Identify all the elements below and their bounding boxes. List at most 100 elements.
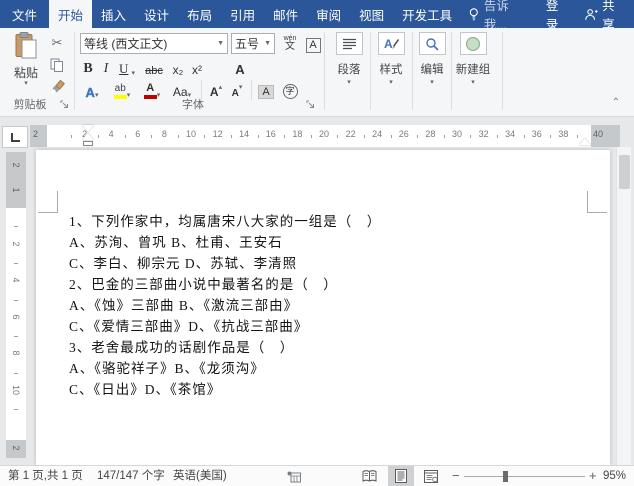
paragraph-group-button[interactable]: 段落 ▾ bbox=[326, 32, 372, 86]
font-name-combo[interactable]: 等线 (西文正文)▼ bbox=[80, 33, 228, 54]
zoom-out-button[interactable]: − bbox=[452, 466, 460, 486]
new-group-dropdown-arrow[interactable]: ▾ bbox=[447, 80, 499, 86]
ruler-number: 26 bbox=[397, 129, 411, 139]
ribbon-tab-bar: 文件 开始插入设计布局引用邮件审阅视图开发工具 告诉我... 登录 共享 bbox=[0, 0, 634, 28]
print-layout-button[interactable] bbox=[388, 466, 414, 486]
phonetic-guide-button[interactable]: wén 文 bbox=[279, 33, 301, 53]
tab-引用[interactable]: 引用 bbox=[221, 0, 264, 28]
document-page[interactable]: 1、下列作家中，均属唐宋八大家的一组是（ ）A、苏洵、曾巩 B、杜甫、王安石C、… bbox=[36, 150, 610, 465]
first-line-indent-marker[interactable] bbox=[82, 125, 94, 132]
superscript-button[interactable]: x² bbox=[188, 58, 206, 78]
ruler-number: 34 bbox=[503, 129, 517, 139]
collapse-ribbon-button[interactable]: ⌃ bbox=[608, 98, 624, 110]
clear-formatting-button[interactable]: A bbox=[226, 58, 254, 78]
zoom-in-button[interactable]: + bbox=[589, 466, 597, 486]
tab-审阅[interactable]: 审阅 bbox=[307, 0, 350, 28]
cut-button[interactable]: ✂ bbox=[46, 33, 68, 53]
paste-button[interactable]: 粘贴 ▾ bbox=[6, 32, 46, 96]
italic-button[interactable]: I bbox=[99, 58, 113, 78]
language-indicator[interactable]: 英语(美国) bbox=[173, 466, 227, 486]
zoom-level-indicator[interactable]: 95% bbox=[603, 466, 626, 486]
clipboard-dialog-launcher[interactable] bbox=[60, 99, 70, 109]
vertical-ruler[interactable]: 246810 2 1 2 bbox=[6, 152, 26, 458]
character-border-icon: A bbox=[306, 38, 321, 53]
doc-line[interactable]: A、苏洵、曾巩 B、杜甫、王安石 bbox=[69, 232, 589, 253]
character-border-button[interactable]: A bbox=[303, 34, 323, 54]
new-group-button[interactable]: 新建组 ▾ bbox=[447, 32, 499, 86]
styles-group-button[interactable]: A 样式 ▾ bbox=[368, 32, 414, 86]
tab-邮件[interactable]: 邮件 bbox=[264, 0, 307, 28]
tab-file[interactable]: 文件 bbox=[0, 0, 49, 28]
ruler-tick bbox=[337, 135, 338, 138]
ruler-number: 36 bbox=[530, 129, 544, 139]
tab-视图[interactable]: 视图 bbox=[350, 0, 393, 28]
tab-设计[interactable]: 设计 bbox=[135, 0, 178, 28]
bold-button[interactable]: B bbox=[80, 58, 96, 78]
ruler-tick bbox=[364, 135, 365, 138]
page-number-indicator[interactable]: 第 1 页,共 1 页 bbox=[8, 466, 83, 486]
tab-开始[interactable]: 开始 bbox=[49, 0, 92, 28]
subscript-button[interactable]: x₂ bbox=[169, 58, 187, 78]
doc-line[interactable]: A、《蚀》三部曲 B、《激流三部由》 bbox=[69, 295, 589, 316]
scrollbar-thumb[interactable] bbox=[619, 155, 630, 189]
doc-line[interactable]: C、李白、柳宗元 D、苏轼、李清照 bbox=[69, 253, 589, 274]
ruler-margin-number: 40 bbox=[593, 129, 603, 139]
copy-icon bbox=[50, 58, 64, 72]
tab-开发工具[interactable]: 开发工具 bbox=[393, 0, 461, 28]
text-boundary-mark bbox=[38, 212, 58, 213]
ruler-number: 4 bbox=[104, 129, 118, 139]
macro-record-icon bbox=[287, 471, 301, 483]
font-size-combo[interactable]: 五号▼ bbox=[231, 33, 275, 54]
tab-stop-selector[interactable] bbox=[2, 126, 28, 148]
paste-dropdown-arrow[interactable]: ▾ bbox=[6, 81, 46, 87]
underline-button[interactable]: U▾ bbox=[115, 58, 139, 78]
ruler-number: 6 bbox=[131, 129, 145, 139]
ruler-number: 24 bbox=[370, 129, 384, 139]
ruler-tick bbox=[14, 409, 18, 410]
scissors-icon: ✂ bbox=[52, 35, 63, 51]
ruler-tick bbox=[231, 135, 232, 138]
ribbon-tabs: 开始插入设计布局引用邮件审阅视图开发工具 bbox=[49, 0, 461, 28]
share-person-icon bbox=[584, 7, 598, 22]
word-count-indicator[interactable]: 147/147 个字 bbox=[97, 466, 165, 486]
ruler-tick bbox=[98, 135, 99, 138]
green-circle-icon bbox=[465, 36, 481, 52]
strikethrough-button[interactable]: abc bbox=[141, 58, 167, 78]
tab-布局[interactable]: 布局 bbox=[178, 0, 221, 28]
styles-brush-icon: A bbox=[383, 36, 400, 51]
font-dialog-launcher[interactable] bbox=[306, 99, 316, 109]
horizontal-ruler[interactable]: 2 2468101214161820222426283032343638 40 bbox=[30, 125, 620, 147]
format-painter-button[interactable] bbox=[46, 77, 68, 97]
underline-dropdown-arrow[interactable]: ▾ bbox=[128, 71, 135, 77]
doc-line[interactable]: C、《日出》D、《茶馆》 bbox=[69, 379, 589, 400]
ruler-tick bbox=[14, 336, 18, 337]
doc-line[interactable]: A、《骆驼祥子》B、《龙须沟》 bbox=[69, 358, 589, 379]
doc-line[interactable]: 2、巴金的三部曲小说中最著名的是（ ） bbox=[69, 274, 589, 295]
ruler-tick bbox=[14, 373, 18, 374]
ruler-tick bbox=[470, 135, 471, 138]
doc-line[interactable]: 1、下列作家中，均属唐宋八大家的一组是（ ） bbox=[69, 211, 589, 232]
macro-recording-button[interactable] bbox=[287, 470, 301, 486]
left-indent-marker[interactable] bbox=[83, 141, 93, 146]
zoom-slider-track[interactable] bbox=[464, 476, 585, 477]
copy-button[interactable] bbox=[46, 55, 68, 75]
text-boundary-mark bbox=[57, 191, 58, 213]
right-indent-marker[interactable] bbox=[579, 138, 591, 145]
web-layout-button[interactable] bbox=[418, 466, 444, 486]
shrink-font-arrow-icon: ▾ bbox=[239, 85, 243, 91]
hanging-indent-marker[interactable] bbox=[82, 133, 94, 140]
ruler-number: 28 bbox=[423, 129, 437, 139]
paragraph-dropdown-arrow[interactable]: ▾ bbox=[326, 80, 372, 86]
doc-line[interactable]: 3、老舍最成功的话剧作品是（ ） bbox=[69, 337, 589, 358]
ruler-tick bbox=[14, 263, 18, 264]
chevron-down-icon: ▼ bbox=[262, 40, 271, 47]
styles-dropdown-arrow[interactable]: ▾ bbox=[368, 80, 414, 86]
tab-插入[interactable]: 插入 bbox=[92, 0, 135, 28]
ruler-tick bbox=[577, 135, 578, 138]
svg-text:A: A bbox=[384, 37, 393, 51]
ruler-tick bbox=[178, 135, 179, 138]
read-mode-button[interactable] bbox=[356, 466, 382, 486]
vertical-scrollbar[interactable] bbox=[616, 147, 631, 465]
doc-line[interactable]: C、《爱情三部曲》D、《抗战三部曲》 bbox=[69, 316, 589, 337]
zoom-slider-thumb[interactable] bbox=[503, 471, 508, 482]
